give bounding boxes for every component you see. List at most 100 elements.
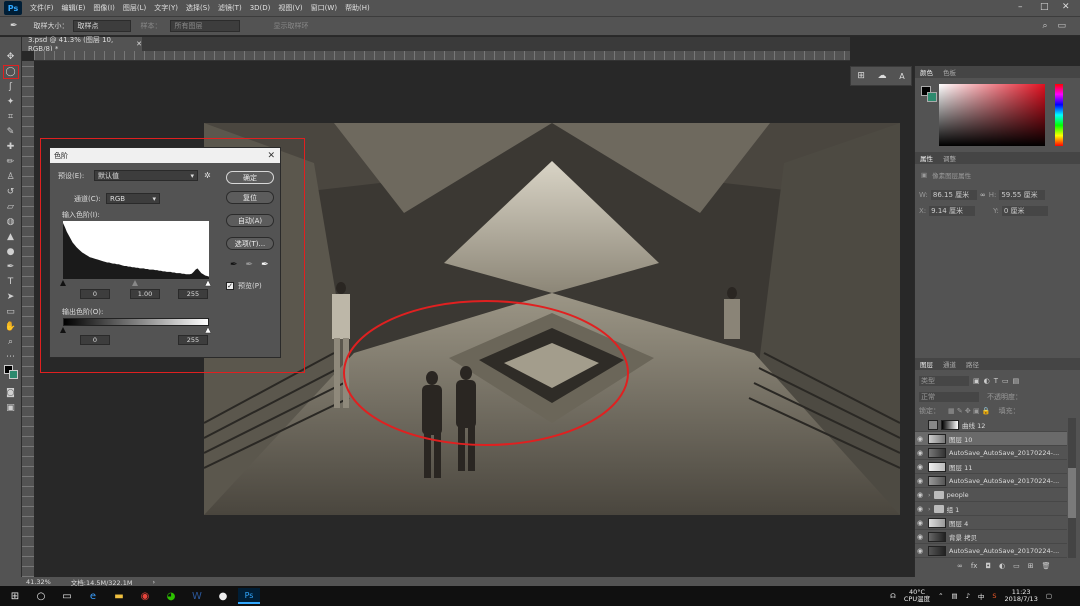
blend-mode-select[interactable]: 正常 — [919, 392, 979, 402]
move-tool-icon[interactable]: ✥ — [4, 51, 18, 63]
close-icon[interactable]: ✕ — [267, 151, 280, 161]
layer-row[interactable]: ◉ › people — [915, 488, 1067, 502]
tab-color[interactable]: 颜色 — [920, 67, 933, 77]
tab-swatches[interactable]: 色板 — [943, 67, 956, 77]
layer-row[interactable]: ◉ › 组 1 — [915, 502, 1067, 516]
gray-eyedropper-icon[interactable]: ✒ — [246, 260, 254, 270]
visibility-eye-icon[interactable]: ◉ — [915, 519, 925, 527]
visibility-eye-icon[interactable]: ◉ — [915, 547, 925, 555]
notification-icon[interactable]: ▢ — [1046, 592, 1052, 600]
layer-row[interactable]: ◉ AutoSave_AutoSave_20170224-... — [915, 446, 1067, 460]
y-field[interactable]: 0 厘米 — [1001, 206, 1048, 216]
chrome-icon[interactable]: ◉ — [134, 588, 156, 604]
dodge-tool-icon[interactable]: ● — [4, 246, 18, 258]
tab-channels[interactable]: 通道 — [943, 359, 956, 369]
eyedropper-tool-icon[interactable]: ✒ — [10, 21, 18, 31]
expand-arrow-icon[interactable]: › — [928, 505, 931, 513]
new-layer-icon[interactable]: ⊞ — [1028, 562, 1034, 570]
tab-adjustments[interactable]: 调整 — [943, 153, 956, 163]
elliptical-marquee-tool-icon[interactable]: ◯ — [2, 65, 19, 79]
zoom-level[interactable]: 41.32% — [26, 578, 51, 586]
options-button[interactable]: 选项(T)... — [226, 237, 274, 250]
workspace-icon[interactable]: ▭ — [1057, 21, 1066, 31]
menu-layer[interactable]: 图层(L) — [119, 3, 150, 13]
menu-image[interactable]: 图像(I) — [89, 3, 119, 13]
path-select-icon[interactable]: ➤ — [4, 291, 18, 303]
rectangle-tool-icon[interactable]: ▭ — [4, 306, 18, 318]
input-black-field[interactable]: 0 — [80, 289, 110, 299]
zoom-tool-icon[interactable]: ⌕ — [4, 336, 18, 348]
blur-tool-icon[interactable]: ▲ — [4, 231, 18, 243]
search-circle-icon[interactable]: ○ — [30, 588, 52, 604]
fx-icon[interactable]: fx — [971, 562, 978, 570]
brush-tool-icon[interactable]: ✏ — [4, 156, 18, 168]
hue-slider[interactable] — [1055, 84, 1063, 146]
dialog-titlebar[interactable]: 色阶 ✕ — [50, 148, 280, 163]
crop-tool-icon[interactable]: ⌗ — [4, 111, 18, 123]
sample-size-select[interactable]: 取样点 — [72, 20, 131, 32]
adjustment-layer-icon[interactable]: ◐ — [999, 562, 1005, 570]
black-eyedropper-icon[interactable]: ✒ — [230, 260, 238, 270]
filter-smart-icon[interactable]: ▤ — [1013, 377, 1020, 385]
document-tab[interactable]: 3.psd @ 41.3% (图层 10, RGB/8) * ✕ — [22, 36, 142, 53]
layer-row[interactable]: ◉ AutoSave_AutoSave_20170224-... — [915, 544, 1067, 558]
eyedropper-icon[interactable]: ✎ — [4, 126, 18, 138]
layer-row[interactable]: ◉ 图层 11 — [915, 460, 1067, 474]
color-picker-field[interactable] — [939, 84, 1045, 146]
history-brush-icon[interactable]: ↺ — [4, 186, 18, 198]
menu-filter[interactable]: 滤镜(T) — [214, 3, 246, 13]
tab-paths[interactable]: 路径 — [966, 359, 979, 369]
input-gamma-field[interactable]: 1.00 — [130, 289, 160, 299]
visibility-eye-icon[interactable]: ◉ — [915, 533, 925, 541]
delete-layer-icon[interactable]: 🗑 — [1042, 562, 1051, 570]
windows-start-icon[interactable]: ⊞ — [4, 588, 26, 604]
output-white-field[interactable]: 255 — [178, 335, 208, 345]
file-explorer-icon[interactable]: ▬ — [108, 588, 130, 604]
x-field[interactable]: 9.14 厘米 — [929, 206, 976, 216]
edge-browser-icon[interactable]: e — [82, 588, 104, 604]
width-field[interactable]: 86.15 厘米 — [930, 190, 977, 200]
close-window-icon[interactable]: ✕ — [1062, 2, 1070, 12]
show-ring-checkbox[interactable]: 显示取样环 — [274, 21, 309, 31]
preset-options-gear-icon[interactable]: ✲ — [204, 171, 211, 180]
maximize-icon[interactable]: □ — [1040, 2, 1049, 12]
quick-select-tool-icon[interactable]: ✦ — [4, 96, 18, 108]
auto-button[interactable]: 自动(A) — [226, 214, 274, 227]
reset-button[interactable]: 复位 — [226, 191, 274, 204]
menu-select[interactable]: 选择(S) — [182, 3, 214, 13]
background-color-swatch[interactable] — [927, 92, 937, 102]
add-mask-icon[interactable]: ◘ — [985, 562, 991, 570]
status-arrow-icon[interactable]: › — [152, 578, 155, 586]
input-sliders[interactable] — [60, 279, 212, 287]
menu-help[interactable]: 帮助(H) — [341, 3, 374, 13]
visibility-eye-icon[interactable]: ◉ — [915, 477, 925, 485]
chevron-up-icon[interactable]: ⌃ — [938, 592, 943, 600]
pen-tool-icon[interactable]: ✒ — [4, 261, 18, 273]
input-white-field[interactable]: 255 — [178, 289, 208, 299]
wechat-icon[interactable]: ◕ — [160, 588, 182, 604]
sample-select[interactable]: 所有图层 — [169, 20, 240, 32]
minimize-icon[interactable]: – — [1018, 2, 1023, 12]
preview-checkbox[interactable]: ✓ — [226, 282, 234, 290]
layers-scrollbar[interactable] — [1068, 418, 1076, 558]
menu-type[interactable]: 文字(Y) — [150, 3, 182, 13]
quick-mask-icon[interactable]: ◙ — [4, 387, 18, 399]
color-swatches-icon[interactable] — [3, 365, 18, 379]
photoshop-taskbar-icon[interactable]: Ps — [238, 588, 260, 604]
layer-row[interactable]: ◉ AutoSave_AutoSave_20170224-... — [915, 474, 1067, 488]
type-tool-icon[interactable]: T — [4, 276, 18, 288]
volume-icon[interactable]: ♪ — [966, 592, 970, 600]
visibility-eye-icon[interactable]: ◉ — [915, 491, 925, 499]
sogou-icon[interactable]: S — [992, 592, 996, 600]
layer-row[interactable]: ◉ 图层 4 — [915, 516, 1067, 530]
visibility-eye-icon[interactable]: ◉ — [915, 505, 925, 513]
clone-stamp-icon[interactable]: ♙ — [4, 171, 18, 183]
layer-row[interactable]: 曲线 12 — [915, 418, 1067, 432]
lasso-tool-icon[interactable]: ʃ — [4, 81, 18, 93]
link-icon[interactable]: ∞ — [980, 191, 986, 199]
word-icon[interactable]: W — [186, 588, 208, 604]
ok-button[interactable]: 确定 — [226, 171, 274, 184]
layer-row[interactable]: ◉ 图层 10 — [915, 432, 1067, 446]
paint-bucket-icon[interactable]: ◍ — [4, 216, 18, 228]
network-icon[interactable]: ▤ — [952, 592, 958, 600]
